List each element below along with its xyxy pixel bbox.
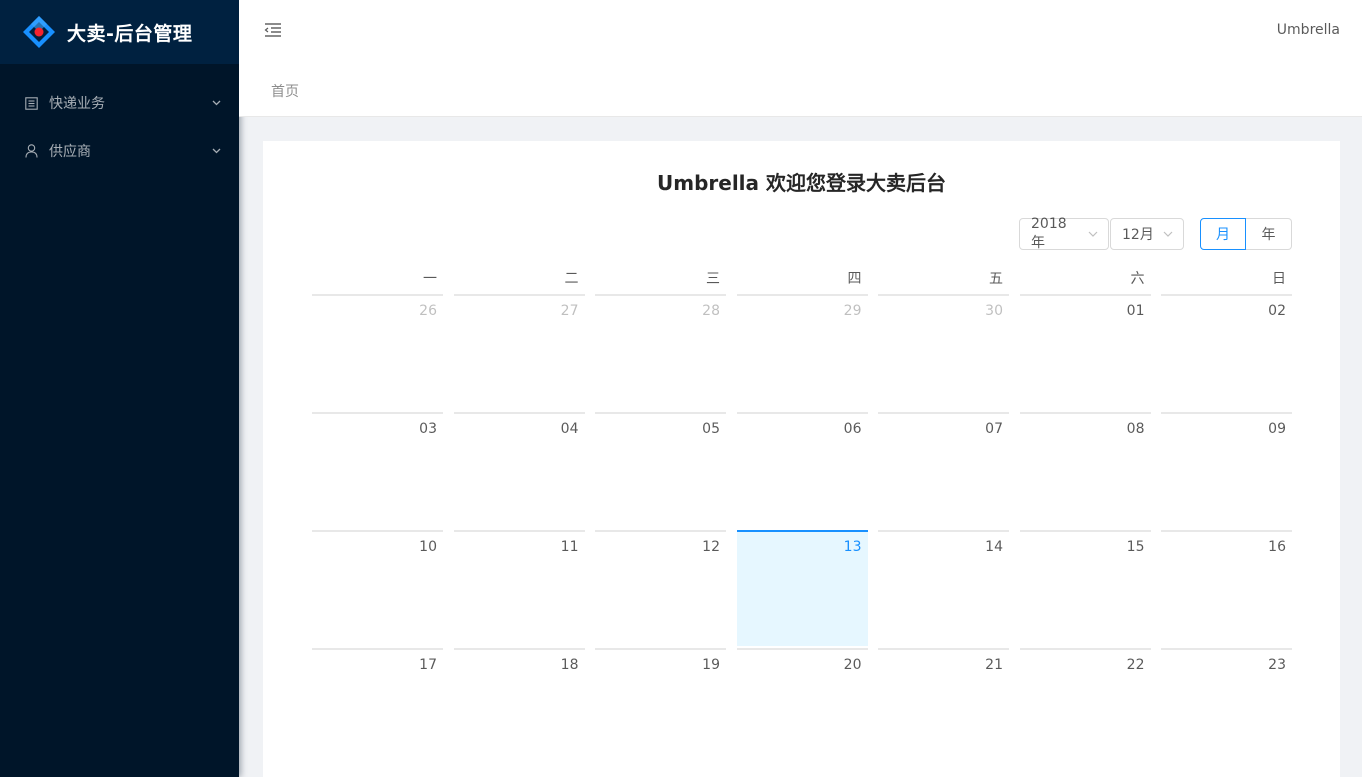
date-cell[interactable]: 10 — [312, 530, 443, 646]
date-cell[interactable]: 27 — [453, 294, 585, 410]
mode-year-button[interactable]: 年 — [1246, 218, 1292, 250]
date-cell[interactable]: 18 — [453, 648, 585, 764]
date-cell[interactable]: 21 — [878, 648, 1009, 764]
sidebar: 大卖-后台管理 快递业务 供应商 — [0, 0, 239, 777]
calendar-header: 2018年 12月 月 年 — [1019, 216, 1292, 251]
date-cell[interactable]: 01 — [1019, 294, 1151, 410]
menu-fold-icon[interactable] — [261, 18, 285, 42]
sidebar-item-supplier[interactable]: 供应商 — [0, 127, 239, 175]
date-cell[interactable]: 09 — [1161, 412, 1292, 528]
date-cell[interactable]: 14 — [878, 530, 1009, 646]
calendar-week-row: 10 11 12 13 14 15 16 — [312, 530, 1292, 648]
date-cell[interactable]: 19 — [595, 648, 726, 764]
date-cell[interactable]: 16 — [1161, 530, 1292, 646]
date-cell[interactable]: 17 — [312, 648, 443, 764]
calendar-week-row: 26 27 28 29 30 01 02 — [312, 294, 1292, 412]
date-cell[interactable]: 30 — [878, 294, 1009, 410]
weekday-label: 日 — [1272, 271, 1286, 287]
date-cell[interactable]: 12 — [595, 530, 726, 646]
breadcrumb: 首页 — [239, 64, 1362, 117]
date-cell[interactable]: 08 — [1019, 412, 1151, 528]
date-cell[interactable]: 28 — [595, 294, 726, 410]
user-menu[interactable]: Umbrella — [1277, 22, 1340, 38]
weekday-label: 一 — [423, 271, 437, 287]
chevron-down-icon — [1088, 229, 1098, 239]
sidebar-item-label: 供应商 — [49, 144, 91, 160]
date-cell[interactable]: 05 — [595, 412, 726, 528]
mode-month-button[interactable]: 月 — [1200, 218, 1246, 250]
chevron-down-icon — [1163, 229, 1173, 239]
month-select-value: 12月 — [1122, 227, 1154, 243]
date-cell[interactable]: 20 — [736, 648, 868, 764]
header: Umbrella — [239, 0, 1362, 64]
chevron-down-icon — [211, 98, 221, 108]
sidebar-item-express[interactable]: 快递业务 — [0, 79, 239, 127]
sidebar-item-label: 快递业务 — [49, 96, 105, 112]
sidebar-menu: 快递业务 供应商 — [0, 64, 239, 175]
year-select-value: 2018年 — [1031, 216, 1067, 251]
date-cell[interactable]: 02 — [1161, 294, 1292, 410]
calendar-week-row: 03 04 05 06 07 08 09 — [312, 412, 1292, 530]
user-icon — [24, 144, 38, 158]
logo-icon — [22, 15, 56, 49]
date-cell[interactable]: 03 — [312, 412, 443, 528]
date-cell[interactable]: 29 — [736, 294, 868, 410]
calendar-table: 一 二 三 四 五 六 日 26 27 28 29 30 01 02 03 04… — [312, 269, 1292, 766]
date-cell[interactable]: 23 — [1161, 648, 1292, 764]
profile-icon — [24, 96, 38, 110]
date-cell[interactable]: 06 — [736, 412, 868, 528]
date-cell-today[interactable]: 13 — [736, 530, 868, 646]
breadcrumb-home[interactable]: 首页 — [271, 81, 299, 101]
app-title: 大卖-后台管理 — [67, 22, 193, 45]
year-select[interactable]: 2018年 — [1019, 216, 1109, 251]
weekday-header: 一 二 三 四 五 六 日 — [312, 269, 1292, 294]
chevron-down-icon — [211, 146, 221, 156]
calendar-mode-switch: 月 年 — [1200, 218, 1292, 250]
calendar-week-row: 17 18 19 20 21 22 23 — [312, 648, 1292, 766]
weekday-label: 六 — [1130, 271, 1145, 287]
page-title: Umbrella 欢迎您登录大卖后台 — [657, 171, 946, 195]
weekday-label: 三 — [706, 271, 720, 287]
weekday-label: 四 — [847, 271, 862, 287]
date-cell[interactable]: 15 — [1019, 530, 1151, 646]
date-cell[interactable]: 26 — [312, 294, 443, 410]
logo[interactable]: 大卖-后台管理 — [0, 0, 239, 64]
date-cell[interactable]: 11 — [453, 530, 585, 646]
month-select[interactable]: 12月 — [1110, 218, 1184, 250]
date-cell[interactable]: 07 — [878, 412, 1009, 528]
weekday-label: 二 — [564, 271, 579, 287]
content-card: Umbrella 欢迎您登录大卖后台 2018年 12月 月 年 一 二 三 四… — [263, 141, 1340, 777]
date-cell[interactable]: 04 — [453, 412, 585, 528]
date-cell[interactable]: 22 — [1019, 648, 1151, 764]
weekday-label: 五 — [989, 271, 1003, 287]
